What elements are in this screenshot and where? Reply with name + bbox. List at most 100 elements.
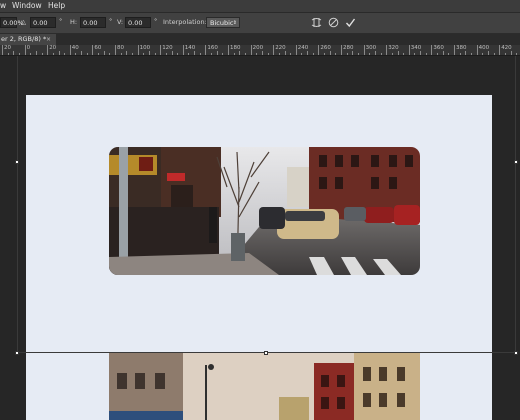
ruler-minor-tick <box>414 53 416 55</box>
ruler-minor-tick <box>154 53 156 55</box>
angle-unit: ° <box>59 17 63 25</box>
ruler-minor-tick <box>222 53 224 55</box>
ruler-major-tick <box>2 45 3 55</box>
options-bar: 0.00% △ 0.00 ° H: 0.00 ° V: 0.00 ° Inter… <box>0 13 520 34</box>
ruler-minor-tick <box>256 53 258 55</box>
ruler-major-tick <box>431 45 433 55</box>
ruler-minor-tick <box>131 53 133 55</box>
angle-icon: △ <box>21 18 26 26</box>
ruler-minor-tick <box>504 53 506 55</box>
ruler-major-tick <box>341 45 342 55</box>
close-tab-icon[interactable]: × <box>46 34 51 45</box>
ruler-minor-tick <box>352 51 354 55</box>
ruler-minor-tick <box>301 53 303 55</box>
ruler-minor-tick <box>510 51 512 55</box>
horizontal-ruler[interactable]: 20 0 20 40 60 80 100 120 140 160 180 200 220 240 260 28… <box>0 45 520 56</box>
cancel-transform-icon[interactable] <box>327 16 340 29</box>
ruler-minor-tick <box>211 53 213 55</box>
ruler-minor-tick <box>374 51 376 55</box>
ruler-minor-tick <box>244 53 246 55</box>
ruler-minor-tick <box>216 51 218 55</box>
ruler-label: 20 <box>4 45 11 51</box>
ruler-major-tick <box>363 45 365 55</box>
v-skew-unit: ° <box>154 17 158 25</box>
ruler-minor-tick <box>369 53 371 55</box>
menu-window[interactable]: Window <box>12 1 42 10</box>
ruler-label: 0 <box>26 45 31 51</box>
ruler-major-tick <box>295 45 297 55</box>
h-skew-label: H: <box>70 18 78 26</box>
ruler-minor-tick <box>52 53 54 55</box>
h-skew-unit: ° <box>109 17 113 25</box>
ruler-major-tick <box>47 45 49 55</box>
ruler-minor-tick <box>357 53 359 55</box>
ruler-minor-tick <box>13 51 15 55</box>
ruler-minor-tick <box>109 53 111 55</box>
ruler-major-tick <box>92 45 94 55</box>
warp-mode-icon[interactable] <box>310 16 323 29</box>
ruler-minor-tick <box>437 53 439 55</box>
ruler-minor-tick <box>98 53 100 55</box>
ruler-major-tick <box>318 45 320 55</box>
ruler-minor-tick <box>103 51 105 55</box>
ruler-major-tick <box>205 45 207 55</box>
menu-help[interactable]: Help <box>48 1 65 10</box>
h-skew-field[interactable]: 0.00 <box>80 17 106 28</box>
document-tab-title: er 2, RGB/8) * <box>1 35 47 43</box>
select-arrows-icon: ⇕ <box>232 20 237 26</box>
ruler-major-tick <box>160 45 162 55</box>
v-skew-field[interactable]: 0.00 <box>125 17 151 28</box>
ruler-minor-tick <box>58 51 60 55</box>
v-skew-label: V: <box>117 18 124 26</box>
ruler-minor-tick <box>442 51 444 55</box>
menu-bar: w Window Help <box>0 0 520 13</box>
ruler-major-tick <box>476 45 478 55</box>
ruler-major-tick <box>386 45 388 55</box>
commit-transform-icon[interactable] <box>344 16 357 29</box>
ruler-major-tick <box>454 45 455 55</box>
ruler-minor-tick <box>75 53 77 55</box>
ruler-minor-tick <box>482 53 484 55</box>
ruler-minor-tick <box>448 53 450 55</box>
ruler-major-tick <box>228 45 229 55</box>
ruler-minor-tick <box>18 53 20 55</box>
canvas-area[interactable] <box>0 56 520 420</box>
transform-handle-bottom-right[interactable] <box>514 351 518 355</box>
transform-handle-right[interactable] <box>514 160 518 164</box>
ruler-minor-tick <box>233 53 235 55</box>
ruler-minor-tick <box>267 53 269 55</box>
ruler-label: 40 <box>71 45 79 51</box>
ruler-label: 60 <box>94 45 102 51</box>
ruler-label: 80 <box>117 45 124 51</box>
ruler-label: 20 <box>49 45 57 51</box>
ruler-minor-tick <box>120 53 122 55</box>
ruler-major-tick <box>250 45 252 55</box>
city-street-photo-image[interactable] <box>109 353 420 420</box>
ruler-major-tick <box>24 45 26 55</box>
interpolation-value: Bicubic <box>210 19 234 27</box>
transform-handle-bottom-left[interactable] <box>15 351 19 355</box>
menu-view[interactable]: w <box>0 1 6 10</box>
interpolation-select[interactable]: Bicubic ⇕ <box>206 17 240 28</box>
ruler-minor-tick <box>239 51 241 55</box>
ruler-minor-tick <box>35 51 37 55</box>
ruler-minor-tick <box>30 53 32 55</box>
ruler-minor-tick <box>194 51 196 55</box>
ruler-minor-tick <box>177 53 179 55</box>
document-tab[interactable]: er 2, RGB/8) * × <box>0 34 56 45</box>
zoom-field[interactable]: 0.00% <box>0 17 24 28</box>
ruler-minor-tick <box>64 53 66 55</box>
ruler-minor-tick <box>380 53 382 55</box>
transform-handle-bottom[interactable] <box>264 351 268 355</box>
city-street-graphic <box>109 353 420 420</box>
ruler-minor-tick <box>261 51 263 55</box>
ruler-minor-tick <box>199 53 201 55</box>
angle-field[interactable]: 0.00 <box>30 17 56 28</box>
transform-handle-left[interactable] <box>15 160 19 164</box>
ruler-minor-tick <box>290 53 292 55</box>
ruler-minor-tick <box>284 51 286 55</box>
ruler-minor-tick <box>329 51 331 55</box>
transform-bounding-box[interactable] <box>15 56 518 355</box>
ruler-minor-tick <box>81 51 83 55</box>
ruler-minor-tick <box>86 53 88 55</box>
